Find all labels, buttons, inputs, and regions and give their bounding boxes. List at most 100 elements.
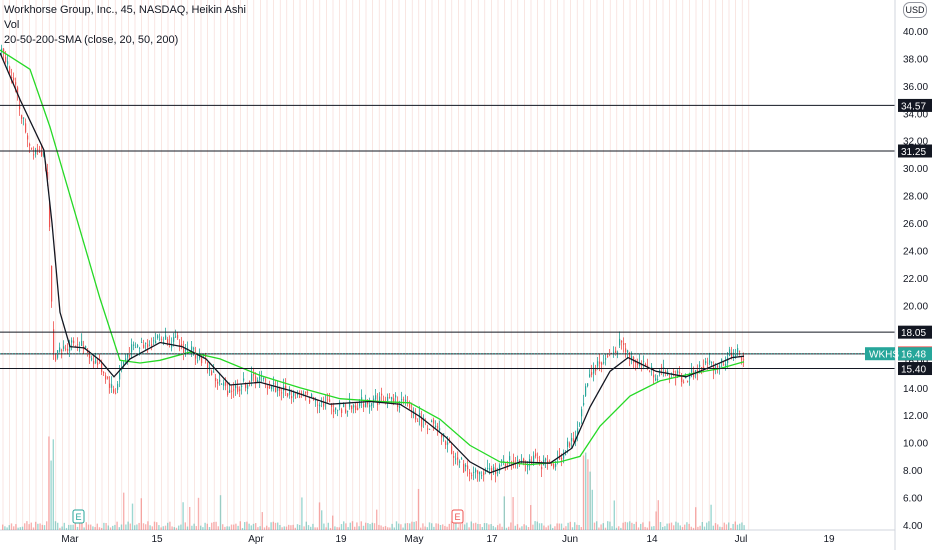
candle-body xyxy=(619,338,621,346)
candle-body xyxy=(117,383,119,390)
volume-bar xyxy=(673,525,675,530)
sma-indicator-label[interactable]: 20-50-200-SMA (close, 20, 50, 200) xyxy=(4,33,246,48)
volume-bar xyxy=(483,523,486,530)
candle-body xyxy=(497,471,499,473)
volume-bar xyxy=(151,526,153,530)
volume-bar xyxy=(739,523,741,530)
candle-body xyxy=(447,442,449,445)
candle-body xyxy=(467,465,469,470)
volume-bar xyxy=(116,521,118,530)
price-chart[interactable]: EE 40.0038.0036.0034.0032.0030.0028.0026… xyxy=(0,0,932,550)
volume-bar xyxy=(697,526,699,530)
volume-bar xyxy=(712,525,714,530)
currency-button[interactable]: USD xyxy=(903,2,927,18)
candle-body xyxy=(357,407,359,411)
time-axis[interactable]: Mar 15 Apr 19 May 17 Jun 14 Jul 19 xyxy=(61,534,835,545)
candle-body xyxy=(171,345,173,348)
volume-bar xyxy=(662,526,664,530)
volume-bar xyxy=(607,521,609,530)
volume-bar xyxy=(591,489,593,530)
volume-bar xyxy=(527,527,530,530)
volume-bar xyxy=(475,522,477,530)
candle-body xyxy=(177,334,179,339)
volume-bar xyxy=(604,527,607,530)
candle-body xyxy=(175,336,177,338)
volume-bar xyxy=(501,526,503,530)
candle-body xyxy=(653,374,655,378)
volume-bar xyxy=(266,525,268,530)
volume-bar xyxy=(202,527,204,530)
candle-body xyxy=(705,361,707,364)
price-tick-label: 30.00 xyxy=(903,164,928,175)
candle-body xyxy=(553,464,555,468)
candle-body xyxy=(709,360,711,363)
volume-bar xyxy=(413,521,415,530)
candle-body xyxy=(149,345,151,347)
candle-body xyxy=(427,428,429,430)
volume-bar xyxy=(26,521,28,530)
volume-bar xyxy=(459,523,461,530)
candle-body xyxy=(157,335,159,339)
volume-bar xyxy=(215,521,217,530)
price-axis[interactable]: 40.0038.0036.0034.0032.0030.0028.0026.00… xyxy=(894,0,928,550)
symbol-title[interactable]: Workhorse Group, Inc., 45, NASDAQ, Heiki… xyxy=(4,3,246,18)
candle-body xyxy=(37,148,39,150)
candle-body xyxy=(107,377,109,379)
candle-body xyxy=(55,354,57,361)
volume-bar xyxy=(118,527,120,530)
level-badge: 18.05 xyxy=(901,328,926,339)
volume-bar xyxy=(197,497,200,530)
volume-bar xyxy=(147,521,149,530)
volume-bar xyxy=(345,523,347,530)
candle-body xyxy=(237,386,239,392)
earnings-markers[interactable]: EE xyxy=(72,509,464,524)
volume-bar xyxy=(404,523,406,530)
volume-bar xyxy=(61,526,63,530)
volume-label[interactable]: Vol xyxy=(4,18,246,33)
volume-bar xyxy=(127,521,129,530)
candle-body xyxy=(333,409,335,412)
volume-bar xyxy=(664,526,666,530)
volume-bar xyxy=(558,523,560,530)
volume-bar xyxy=(103,522,105,530)
candle-body xyxy=(455,458,457,460)
candle-body xyxy=(579,423,581,425)
candle-body xyxy=(29,143,31,146)
candle-body xyxy=(725,363,727,367)
candle-body xyxy=(249,381,251,383)
price-tick-label: 20.00 xyxy=(903,301,928,312)
volume-bar xyxy=(653,526,655,530)
volume-bar xyxy=(92,526,94,530)
candle-body xyxy=(737,348,739,353)
time-tick-label: 19 xyxy=(335,534,347,545)
volume-bar xyxy=(329,527,332,530)
candle-body xyxy=(365,402,367,408)
volume-bar xyxy=(477,523,479,530)
candle-body xyxy=(471,474,473,476)
volume-bar xyxy=(371,522,373,530)
volume-bar xyxy=(571,527,574,530)
candle-body xyxy=(379,396,381,402)
candle-body xyxy=(459,461,461,463)
candle-body xyxy=(683,381,685,383)
volume-bar xyxy=(87,524,90,530)
horizontal-levels[interactable] xyxy=(0,104,895,370)
candle-body xyxy=(473,471,475,473)
volume-bar xyxy=(708,521,710,530)
volume-bar xyxy=(587,459,589,530)
candle-body xyxy=(457,457,459,460)
volume-bar xyxy=(657,500,659,530)
volume-bar xyxy=(149,525,151,530)
candle-body xyxy=(51,265,53,302)
candle-body xyxy=(201,357,203,364)
volume-bar xyxy=(730,527,732,530)
candle-body xyxy=(735,354,737,357)
volume-bar xyxy=(668,523,670,530)
time-tick-label: 17 xyxy=(486,534,498,545)
volume-bar xyxy=(164,525,167,530)
volume-bar xyxy=(549,524,552,530)
candle-body xyxy=(517,460,519,461)
volume-bar xyxy=(492,525,494,530)
candle-body xyxy=(231,390,233,392)
volume-bar xyxy=(523,524,525,530)
